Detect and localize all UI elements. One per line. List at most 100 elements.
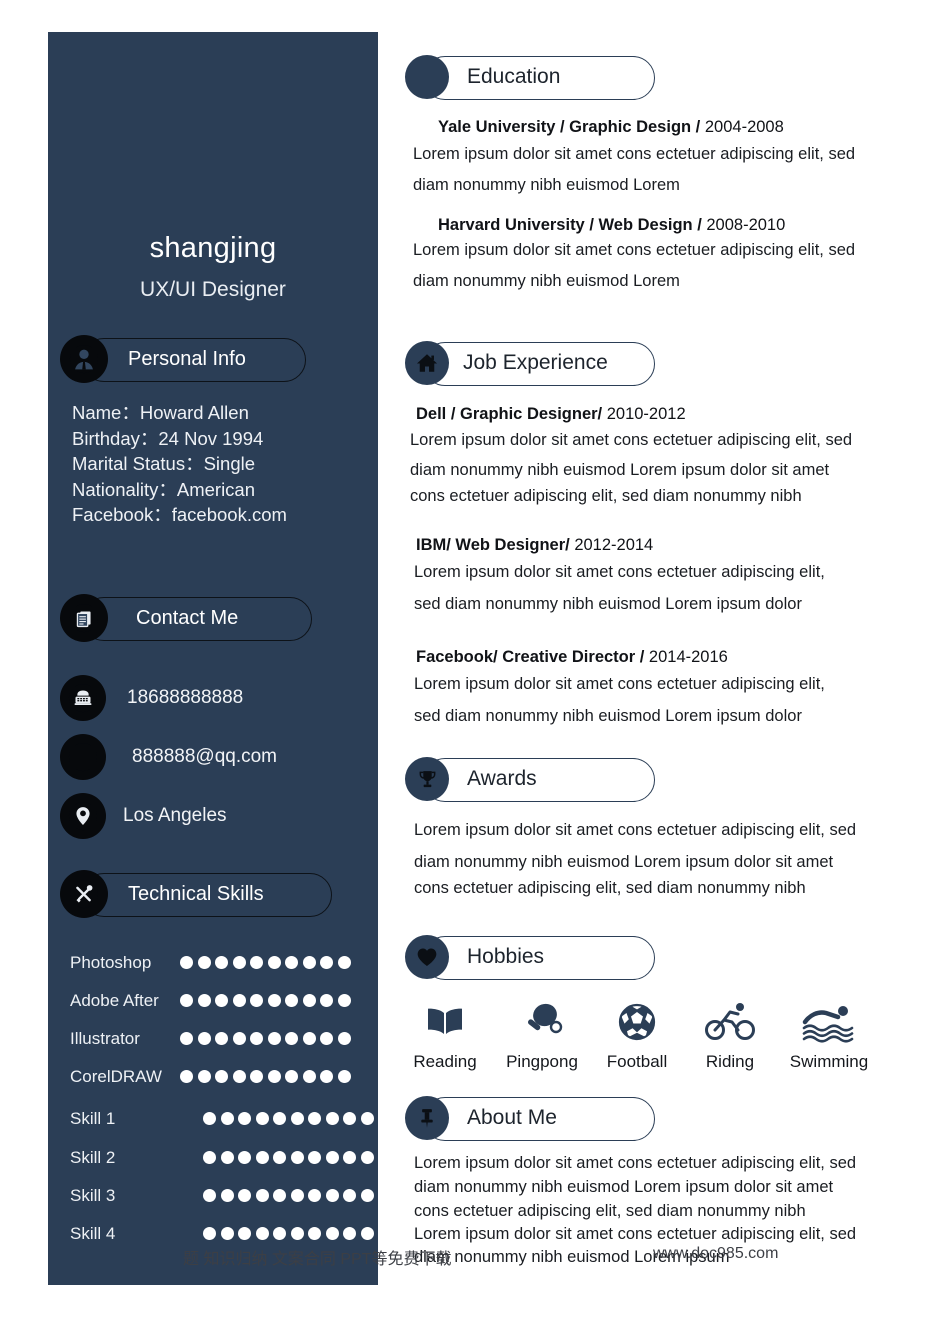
skill-label: CorelDRAW [70, 1067, 162, 1086]
hobby-item: Reading [397, 996, 493, 1072]
soccer-ball-icon [589, 996, 685, 1048]
heart-icon [405, 935, 449, 979]
resume-page: shangjing UX/UI Designer Personal Info N… [0, 0, 950, 1344]
education-entry-title-bold: Yale University / Graphic Design / [438, 118, 701, 136]
skill-row: Skill 2 [70, 1147, 374, 1169]
skill-row: Adobe After [70, 990, 370, 1012]
skill-label: Skill 2 [70, 1148, 116, 1167]
about-me-label: About Me [467, 1106, 557, 1129]
hobby-label: Reading [413, 1052, 477, 1071]
contact-location-value: Los Angeles [123, 805, 227, 826]
contact-row-phone[interactable]: 18688888888 [60, 675, 360, 721]
contact-row-location[interactable]: Los Angeles [60, 793, 360, 839]
info-line: Marital Status：Single [72, 453, 256, 475]
skill-label: Illustrator [70, 1029, 140, 1048]
candidate-name: shangjing [149, 232, 277, 264]
skill-label: Skill 3 [70, 1186, 116, 1205]
candidate-role: UX/UI Designer [140, 278, 286, 301]
skill-dots [203, 1227, 374, 1240]
education-entry-title-dates: 2008-2010 [701, 216, 786, 234]
tools-icon [60, 870, 108, 918]
skill-label: Skill 4 [70, 1224, 116, 1243]
skill-dots [203, 1151, 374, 1164]
pingpong-paddle-icon [494, 996, 590, 1048]
job-entry-title-bold: Facebook/ Creative Director / [416, 648, 645, 666]
info-line: Facebook：facebook.com [72, 504, 287, 526]
info-line: Nationality：American [72, 478, 256, 500]
skill-label: Photoshop [70, 953, 152, 972]
about-me-line: Lorem ipsum dolor sit amet cons ectetuer… [414, 1154, 857, 1172]
skill-dots [180, 994, 351, 1007]
sidebar: shangjing UX/UI Designer Personal Info N… [48, 32, 378, 1285]
hobby-item: Pingpong [494, 996, 590, 1072]
awards-line: diam nonummy nibh euismod Lorem ipsum do… [414, 853, 834, 871]
hobbies-label: Hobbies [467, 945, 545, 968]
about-me-line: Lorem ipsum dolor sit amet cons ectetuer… [414, 1225, 857, 1243]
section-header-education: Education [405, 55, 655, 100]
skill-row: CorelDRAW [70, 1066, 370, 1088]
section-header-about-me: About Me [405, 1096, 655, 1141]
skills-label: Technical Skills [128, 883, 264, 905]
awards-line: cons ectetuer adipiscing elit, sed diam … [414, 879, 806, 897]
hobby-label: Riding [705, 1052, 755, 1071]
telephone-icon [60, 675, 106, 721]
swimmer-icon [781, 996, 877, 1048]
contact-phone-value: 18688888888 [127, 687, 244, 708]
main-column: Education Yale University / Graphic Desi… [405, 0, 925, 1344]
home-icon [405, 341, 449, 385]
education-entry-line: diam nonummy nibh euismod Lorem [413, 176, 680, 194]
info-line: Birthday：24 Nov 1994 [72, 427, 264, 449]
job-entry-line: diam nonummy nibh euismod Lorem ipsum do… [410, 461, 830, 479]
job-entry-line: cons ectetuer adipiscing elit, sed diam … [410, 487, 802, 505]
hobby-label: Football [606, 1052, 668, 1071]
job-entry-line: sed diam nonummy nibh euismod Lorem ipsu… [414, 707, 802, 725]
info-line: Name：Howard Allen [72, 402, 249, 423]
contact-label: Contact Me [136, 607, 239, 629]
pushpin-icon [405, 1096, 449, 1140]
sidebar-section-contact: Contact Me [60, 594, 312, 642]
education-entry-line: Lorem ipsum dolor sit amet cons ectetuer… [413, 241, 856, 259]
skill-dots [180, 1070, 351, 1083]
job-entry-line: Lorem ipsum dolor sit amet cons ectetuer… [410, 431, 853, 449]
documents-icon [60, 594, 108, 642]
job-entry-title: Dell / Graphic Designer/ 2010-2012 [416, 405, 686, 424]
education-label: Education [467, 65, 561, 88]
skill-row: Photoshop [70, 952, 370, 974]
job-entry-line: Lorem ipsum dolor sit amet cons ectetuer… [414, 563, 825, 581]
job-entry-title-dates: 2010-2012 [602, 405, 686, 423]
section-header-job-experience: Job Experience [405, 341, 655, 386]
education-entry-title: Harvard University / Web Design / 2008-2… [438, 216, 785, 235]
skill-row: Illustrator [70, 1028, 370, 1050]
about-me-line: cons ectetuer adipiscing elit, sed diam … [414, 1202, 806, 1220]
skill-label: Skill 1 [70, 1109, 116, 1128]
job-entry-title-dates: 2012-2014 [569, 536, 654, 554]
hobby-label: Pingpong [506, 1052, 578, 1071]
contact-email-value: 888888@qq.com [132, 746, 277, 767]
hobby-item: Riding [682, 996, 778, 1072]
job-entry-line: sed diam nonummy nibh euismod Lorem ipsu… [414, 595, 802, 613]
job-entry-title: IBM/ Web Designer/ 2012-2014 [416, 536, 653, 555]
hobby-item: Swimming [781, 996, 877, 1072]
watermark-url: www.doc985.com [653, 1245, 779, 1262]
awards-label: Awards [467, 767, 537, 790]
about-me-line: diam nonummy nibh euismod Lorem ipsum do… [414, 1178, 834, 1196]
job-experience-label: Job Experience [463, 351, 608, 374]
education-entry-line: diam nonummy nibh euismod Lorem [413, 272, 680, 290]
contact-row-email[interactable]: 888888@qq.com [60, 734, 360, 780]
job-entry-line: Lorem ipsum dolor sit amet cons ectetuer… [414, 675, 825, 693]
skill-row: Skill 3 [70, 1185, 374, 1207]
personal-info-label: Personal Info [128, 348, 246, 370]
skill-dots [203, 1189, 374, 1202]
education-entry-title: Yale University / Graphic Design / 2004-… [438, 118, 784, 137]
book-icon [397, 996, 493, 1048]
email-icon [60, 734, 106, 780]
skill-row: Skill 1 [70, 1108, 374, 1130]
location-pin-icon [60, 793, 106, 839]
skill-dots [180, 1032, 351, 1045]
personal-info-list: Name：Howard Allen Birthday：24 Nov 1994 M… [72, 400, 372, 528]
skill-dots [180, 956, 351, 969]
skill-row: Skill 4 [70, 1223, 374, 1245]
section-header-hobbies: Hobbies [405, 935, 655, 980]
hobby-item: Football [589, 996, 685, 1072]
awards-line: Lorem ipsum dolor sit amet cons ectetuer… [414, 821, 857, 839]
